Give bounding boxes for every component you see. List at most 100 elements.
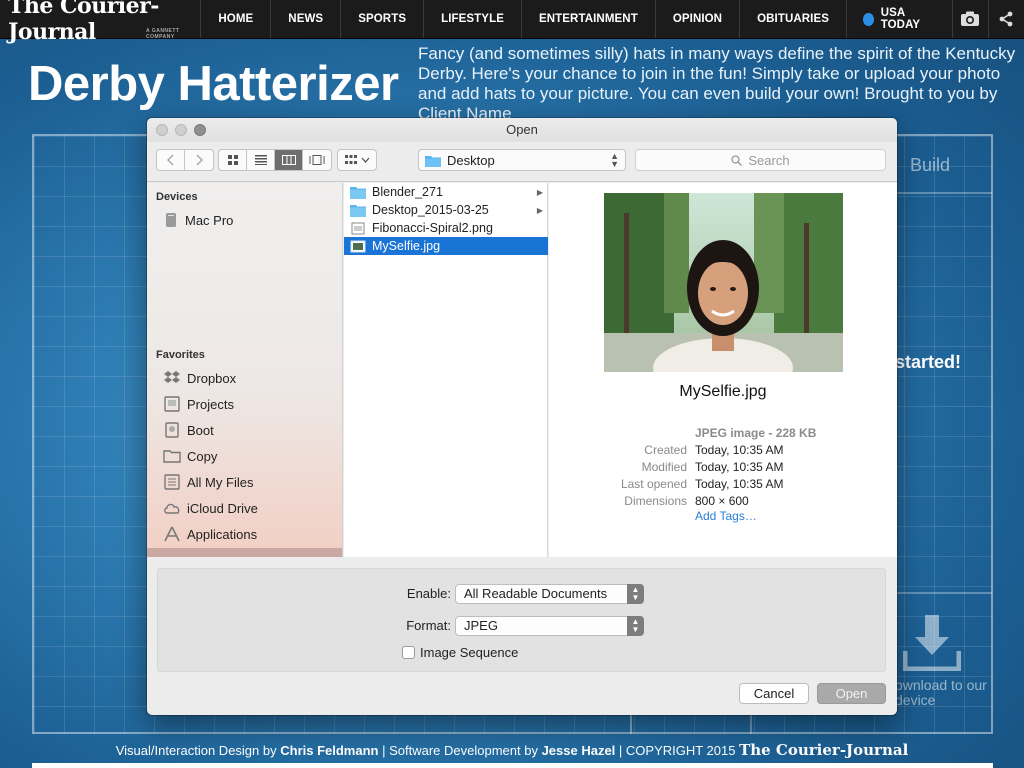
preview-kind: JPEG image - 228 KB [695, 426, 817, 440]
folder-icon [425, 155, 441, 167]
dialog-titlebar: Open [147, 118, 897, 142]
get-started-text[interactable]: started! [895, 352, 961, 373]
sidebar-item-label: iCloud Drive [187, 500, 258, 516]
list-view-button[interactable] [247, 150, 275, 170]
sidebar-item-all-my-files[interactable]: All My Files [163, 472, 253, 492]
add-tags-link[interactable]: Add Tags… [695, 509, 757, 523]
download-icon [903, 615, 961, 671]
search-icon [731, 154, 743, 166]
icon-view-button[interactable] [219, 150, 247, 170]
enable-select[interactable]: All Readable Documents ▲ ▼ [455, 584, 644, 604]
site-logo[interactable]: The Courier-Journal A GANNETT COMPANY [0, 0, 200, 45]
nav-lifestyle[interactable]: LIFESTYLE [423, 0, 521, 38]
footer-logo: The Courier-Journal [739, 741, 909, 759]
footer-design-label: Visual/Interaction Design by [115, 743, 281, 758]
preview-row-created: Created Today, 10:35 AM [549, 443, 897, 460]
download-button-label[interactable]: ownload to our device [895, 678, 995, 708]
list-icon [254, 155, 267, 165]
location-label: Desktop [447, 152, 495, 168]
sidebar-item-dropbox[interactable]: Dropbox [163, 368, 236, 388]
chevron-left-icon [166, 154, 174, 166]
sidebar-item-projects[interactable]: Projects [163, 394, 234, 414]
nav-share-button[interactable] [987, 0, 1024, 38]
sidebar-item-label: All My Files [187, 474, 254, 490]
image-sequence-checkbox[interactable] [402, 646, 415, 659]
preview-key: Last opened [620, 477, 687, 491]
file-row[interactable]: Blender_271 ▶ [344, 183, 548, 201]
chevron-right-icon: ▶ [536, 205, 543, 215]
preview-value: Today, 10:35 AM [695, 477, 784, 491]
footer-bar [32, 763, 993, 768]
chevron-right-icon: ▶ [536, 187, 543, 197]
sidebar-selected-item[interactable] [147, 548, 342, 557]
zoom-window-button[interactable] [194, 124, 206, 136]
share-icon [1000, 11, 1013, 27]
preview-value: 800 × 600 [695, 494, 749, 508]
open-button[interactable]: Open [817, 683, 886, 704]
footer-copyright: | COPYRIGHT 2015 [615, 743, 740, 758]
minimize-window-button[interactable] [175, 124, 187, 136]
nav-news[interactable]: NEWS [270, 0, 340, 38]
nav-obituaries[interactable]: OBITUARIES [739, 0, 846, 38]
preview-key: Created [644, 443, 687, 457]
cancel-button[interactable]: Cancel [739, 683, 809, 704]
folder-icon [350, 186, 366, 199]
file-name: Fibonacci-Spiral2.png [372, 221, 493, 235]
column-view-button[interactable] [275, 150, 303, 170]
cloud-icon [164, 503, 180, 514]
applications-icon [164, 526, 180, 542]
grid-icon [227, 155, 238, 165]
updown-arrows-icon: ▲ ▼ [627, 584, 644, 604]
computer-icon [166, 213, 176, 227]
sidebar-item-boot[interactable]: Boot [163, 420, 214, 440]
arrange-grid-icon [344, 155, 357, 164]
nav-usatoday-label: USA TODAY [880, 7, 921, 31]
file-row-selected[interactable]: MySelfie.jpg [344, 237, 548, 255]
enable-select-value: All Readable Documents [464, 586, 608, 601]
file-name: Desktop_2015-03-25 [372, 203, 489, 217]
image-file-icon [350, 240, 366, 252]
sidebar-item-copy[interactable]: Copy [163, 446, 217, 466]
file-row[interactable]: Fibonacci-Spiral2.png [344, 219, 548, 237]
open-dialog: Open Desktop ▲ ▼ Search Devices Mac Pro … [147, 118, 897, 715]
coverflow-view-button[interactable] [303, 150, 331, 170]
sidebar-item-mac-pro[interactable]: Mac Pro [163, 210, 233, 230]
location-popup[interactable]: Desktop ▲ ▼ [418, 149, 626, 171]
back-button[interactable] [157, 150, 185, 170]
preview-value: Today, 10:35 AM [695, 443, 784, 457]
nav-entertainment[interactable]: ENTERTAINMENT [520, 0, 655, 38]
dialog-title: Open [506, 122, 538, 137]
close-window-button[interactable] [156, 124, 168, 136]
sidebar-item-applications[interactable]: Applications [163, 524, 257, 544]
arrange-button[interactable] [337, 149, 377, 171]
nav-usatoday[interactable]: USA TODAY [846, 0, 952, 38]
forward-button[interactable] [185, 150, 213, 170]
dropbox-icon [164, 371, 180, 383]
format-select[interactable]: JPEG ▲ ▼ [455, 616, 644, 636]
nav-camera-button[interactable] [951, 0, 988, 38]
camera-icon [961, 11, 980, 26]
chevron-down-icon [361, 157, 369, 163]
file-row[interactable]: Desktop_2015-03-25 ▶ [344, 201, 548, 219]
file-preview: MySelfie.jpg JPEG image - 228 KB Created… [549, 183, 897, 557]
chevron-right-icon [196, 154, 203, 166]
image-file-icon [351, 222, 365, 234]
updown-arrows-icon: ▲ ▼ [627, 616, 644, 636]
history-nav [156, 149, 214, 171]
image-sequence-label: Image Sequence [420, 645, 519, 660]
sidebar-heading-devices: Devices [156, 191, 198, 203]
format-label: Format: [406, 618, 451, 633]
nav-opinion[interactable]: OPINION [654, 0, 739, 38]
nav-home[interactable]: HOME [200, 0, 270, 38]
updown-arrows-icon: ▲ ▼ [610, 151, 619, 169]
page-title: Derby Hatterizer [28, 57, 399, 111]
sidebar-item-label: Dropbox [187, 370, 237, 386]
site-nav: The Courier-Journal A GANNETT COMPANY HO… [0, 0, 1024, 45]
canvas-divider [630, 714, 632, 734]
sidebar-item-icloud-drive[interactable]: iCloud Drive [163, 498, 258, 518]
format-select-value: JPEG [464, 618, 498, 633]
tab-build[interactable]: Build [910, 155, 950, 176]
search-input[interactable]: Search [635, 149, 886, 171]
nav-sports[interactable]: SPORTS [340, 0, 423, 38]
dialog-options: Enable: All Readable Documents ▲ ▼ Format… [157, 568, 886, 672]
